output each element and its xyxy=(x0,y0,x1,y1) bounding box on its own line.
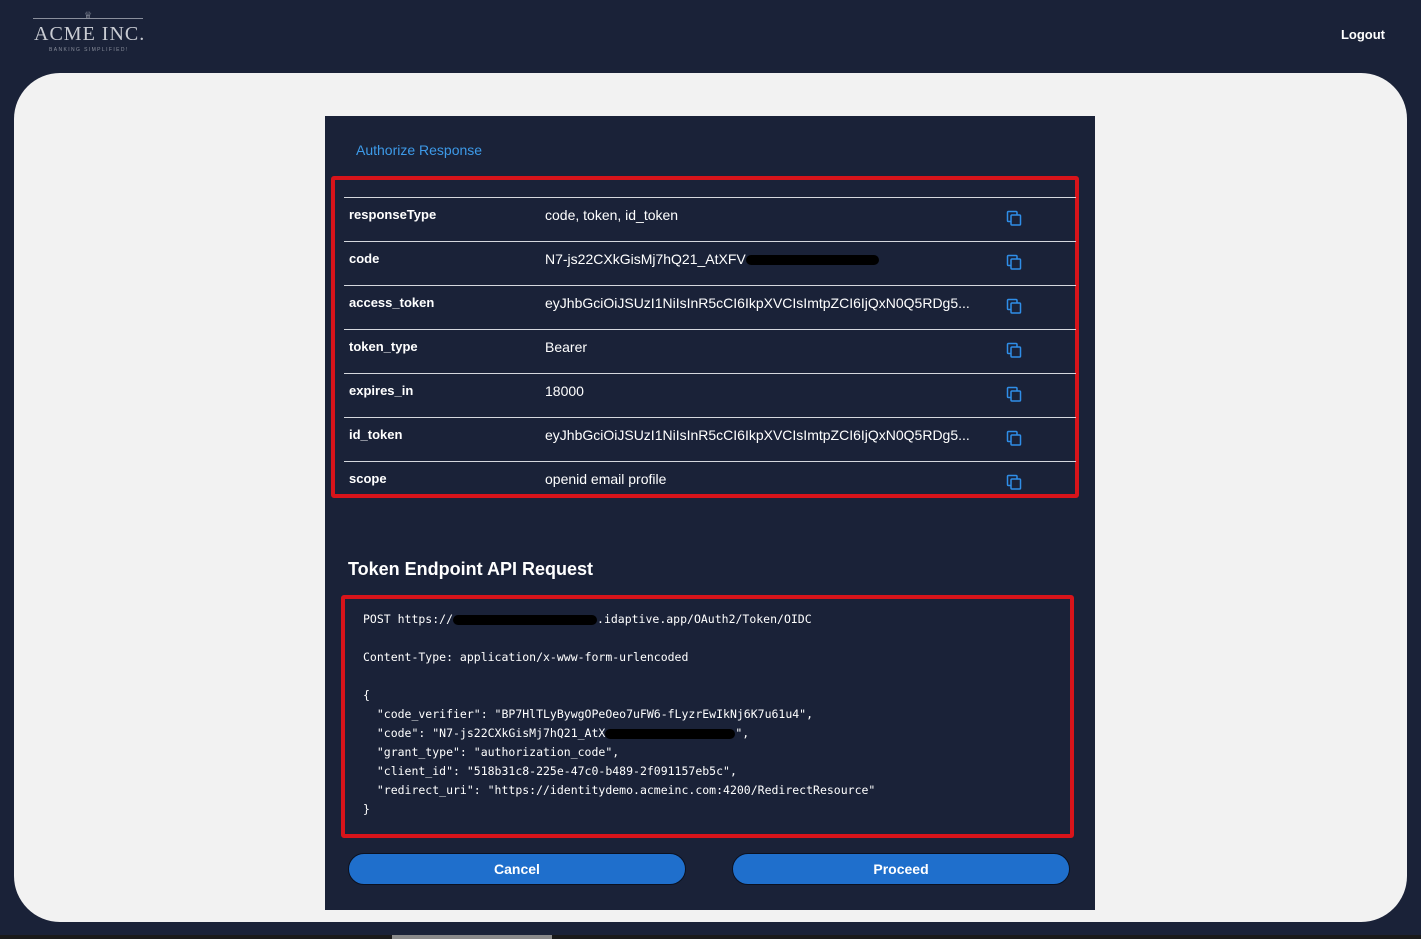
copy-icon[interactable] xyxy=(1006,342,1022,358)
row-value: eyJhbGciOiJSUzI1NiIsInR5cCI6IkpXVCIsImtp… xyxy=(545,427,970,443)
copy-icon[interactable] xyxy=(1006,474,1022,490)
row-key: responseType xyxy=(349,207,437,222)
row-key: scope xyxy=(349,471,387,486)
code-line: ", xyxy=(735,726,750,740)
row-key: token_type xyxy=(349,339,418,354)
window-bottom-edge xyxy=(0,935,1421,939)
row-value: N7-js22CXkGisMj7hQ21_AtXFV xyxy=(545,251,746,267)
code-line: "code_verifier": "BP7HlTLyBywgOPeOeo7uFW… xyxy=(363,707,814,721)
table-row: code N7-js22CXkGisMj7hQ21_AtXFV xyxy=(344,241,1076,285)
cancel-button[interactable]: Cancel xyxy=(348,853,686,885)
horizontal-scrollbar[interactable] xyxy=(392,935,552,939)
row-value: Bearer xyxy=(545,339,588,355)
row-value: code, token, id_token xyxy=(545,207,679,223)
copy-icon[interactable] xyxy=(1006,386,1022,402)
request-code: POST https:// .idaptive.app/OAuth2/Token/… xyxy=(363,610,875,819)
table-row: id_token eyJhbGciOiJSUzI1NiIsInR5cCI6Ikp… xyxy=(344,417,1076,461)
table-row: access_token eyJhbGciOiJSUzI1NiIsInR5cCI… xyxy=(344,285,1076,329)
row-key: id_token xyxy=(349,427,403,442)
table-row: responseType code, token, id_token xyxy=(344,197,1076,241)
row-value: openid email profile xyxy=(545,471,667,487)
code-line: POST https:// xyxy=(363,612,454,626)
logout-link[interactable]: Logout xyxy=(1341,27,1385,42)
logo-name: ACME INC. xyxy=(34,23,146,45)
crown-icon: ♕ xyxy=(84,11,93,21)
row-value: eyJhbGciOiJSUzI1NiIsInR5cCI6IkpXVCIsImtp… xyxy=(545,295,970,311)
table-row: token_type Bearer xyxy=(344,329,1076,373)
code-line: "grant_type": "authorization_code", xyxy=(363,745,620,759)
logo-tagline: BANKING SIMPLIFIED! xyxy=(49,47,129,53)
top-bar: ♕ ACME INC. BANKING SIMPLIFIED! Logout xyxy=(0,0,1421,73)
redaction-mark xyxy=(605,728,736,739)
code-line: "redirect_uri": "https://identitydemo.ac… xyxy=(363,783,876,797)
row-key: expires_in xyxy=(349,383,414,398)
code-line: { xyxy=(363,688,370,702)
authorize-panel: Authorize Response responseType code, to… xyxy=(325,116,1095,910)
row-value: 18000 xyxy=(545,383,584,399)
copy-icon[interactable] xyxy=(1006,298,1022,314)
copy-icon[interactable] xyxy=(1006,210,1022,226)
copy-icon[interactable] xyxy=(1006,430,1022,446)
code-line: "client_id": "518b31c8-225e-47c0-b489-2f… xyxy=(363,764,737,778)
table-row: expires_in 18000 xyxy=(344,373,1076,417)
redaction-mark xyxy=(746,255,879,265)
acme-logo: ♕ ACME INC. BANKING SIMPLIFIED! xyxy=(33,11,146,56)
code-line: "code": "N7-js22CXkGisMj7hQ21_AtX xyxy=(363,726,606,740)
table-row: scope openid email profile xyxy=(344,461,1076,505)
panel-title: Authorize Response xyxy=(356,142,483,158)
code-line: Content-Type: application/x-www-form-url… xyxy=(363,650,689,664)
row-key: code xyxy=(349,251,380,266)
code-line: } xyxy=(363,802,370,816)
redaction-mark xyxy=(453,614,598,625)
response-table: responseType code, token, id_token code … xyxy=(344,197,1076,505)
row-key: access_token xyxy=(349,295,435,310)
request-title: Token Endpoint API Request xyxy=(348,559,594,579)
copy-icon[interactable] xyxy=(1006,254,1022,270)
proceed-button[interactable]: Proceed xyxy=(732,853,1070,885)
code-line: .idaptive.app/OAuth2/Token/OIDC xyxy=(597,612,812,626)
